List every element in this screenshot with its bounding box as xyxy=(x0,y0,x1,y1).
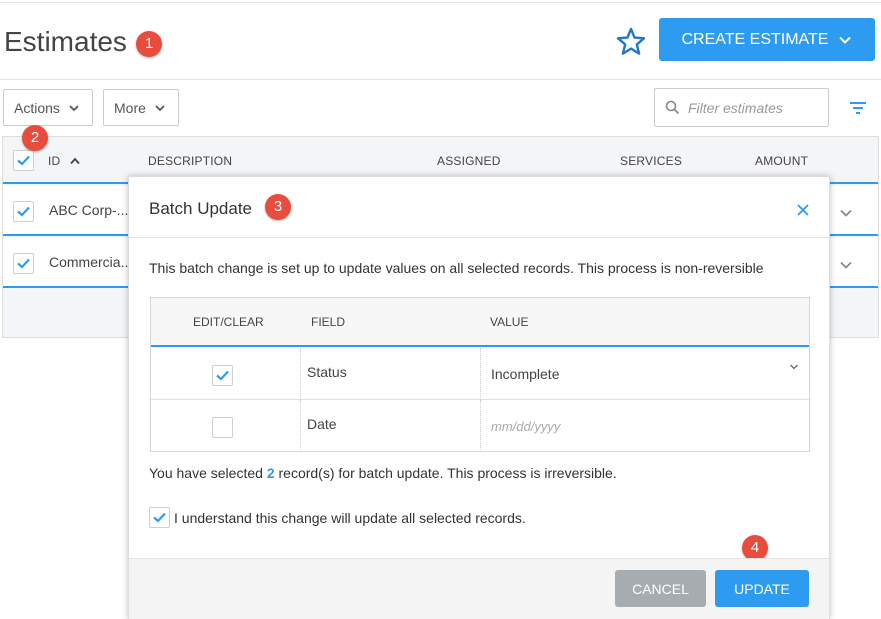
dialog-title: Batch Update xyxy=(149,199,253,218)
filter-search-box[interactable] xyxy=(654,88,829,127)
header-divider xyxy=(0,79,881,80)
row-id[interactable]: Commercia... xyxy=(49,254,132,270)
batch-update-dialog: Batch Update 3 This batch change is set … xyxy=(128,176,830,619)
column-divider xyxy=(300,348,301,400)
annotation-badge-3: 3 xyxy=(265,194,291,220)
favorite-star-icon[interactable] xyxy=(615,26,647,58)
create-estimate-button[interactable]: CREATE ESTIMATE xyxy=(659,18,875,61)
column-header-amount[interactable]: AMOUNT xyxy=(755,154,808,168)
column-header-assigned[interactable]: ASSIGNED xyxy=(437,154,501,168)
checkmark-icon xyxy=(17,258,30,269)
annotation-badge-2: 2 xyxy=(22,125,48,151)
cancel-button[interactable]: CANCEL xyxy=(615,570,706,607)
status-edit-checkbox[interactable] xyxy=(212,365,233,386)
column-header-edit-clear: EDIT/CLEAR xyxy=(193,315,264,329)
sort-ascending-icon xyxy=(70,157,80,165)
selection-summary: You have selected 2 record(s) for batch … xyxy=(149,465,617,481)
dialog-message: This batch change is set up to update va… xyxy=(149,260,764,276)
column-header-description[interactable]: DESCRIPTION xyxy=(148,154,232,168)
checkmark-icon xyxy=(17,155,30,166)
chevron-down-icon xyxy=(839,36,852,44)
checkmark-icon xyxy=(153,512,166,523)
row-checkbox[interactable] xyxy=(13,201,34,222)
actions-label: Actions xyxy=(14,99,60,116)
selection-prefix: You have selected xyxy=(149,465,263,481)
batch-row-status: Status Incomplete xyxy=(151,348,809,400)
filter-input[interactable] xyxy=(688,99,818,116)
column-id-label: ID xyxy=(48,154,61,168)
date-edit-checkbox[interactable] xyxy=(212,417,233,438)
column-header-services[interactable]: SERVICES xyxy=(620,154,682,168)
chevron-down-icon xyxy=(790,364,798,370)
column-divider xyxy=(300,400,301,452)
chevron-down-icon xyxy=(69,104,79,111)
actions-dropdown[interactable]: Actions xyxy=(3,89,93,126)
confirm-understand[interactable]: I understand this change will update all… xyxy=(149,507,526,528)
selected-count: 2 xyxy=(266,465,275,481)
selection-suffix: record(s) for batch update. This process… xyxy=(278,465,617,481)
update-button[interactable]: UPDATE xyxy=(715,570,809,607)
create-estimate-label: CREATE ESTIMATE xyxy=(681,30,829,48)
expand-row-icon[interactable] xyxy=(839,206,853,220)
understand-checkbox[interactable] xyxy=(149,507,170,528)
more-dropdown[interactable]: More xyxy=(103,89,179,126)
checkmark-icon xyxy=(216,370,229,381)
row-id[interactable]: ABC Corp-... xyxy=(49,202,128,218)
field-name: Date xyxy=(307,416,337,432)
select-all-checkbox[interactable] xyxy=(13,150,34,171)
more-label: More xyxy=(114,99,146,116)
date-value-input[interactable]: mm/dd/yyyy xyxy=(481,400,809,452)
field-name: Status xyxy=(307,364,347,380)
row-checkbox[interactable] xyxy=(13,253,34,274)
date-placeholder: mm/dd/yyyy xyxy=(491,419,561,434)
expand-row-icon[interactable] xyxy=(839,258,853,272)
top-border xyxy=(0,2,881,3)
column-header-value: VALUE xyxy=(490,315,529,329)
checkmark-icon xyxy=(17,206,30,217)
column-header-field: FIELD xyxy=(311,315,346,329)
search-icon xyxy=(665,100,680,115)
page-title: Estimates xyxy=(4,26,127,57)
batch-row-date: Date mm/dd/yyyy xyxy=(151,400,809,452)
batch-table-header: EDIT/CLEAR FIELD VALUE xyxy=(151,298,809,347)
column-header-id[interactable]: ID xyxy=(48,154,80,168)
dialog-divider xyxy=(129,237,829,238)
batch-fields-table: EDIT/CLEAR FIELD VALUE Status Incomplete… xyxy=(150,297,810,452)
understand-label: I understand this change will update all… xyxy=(174,509,526,526)
status-selected-value: Incomplete xyxy=(491,366,560,382)
close-icon[interactable] xyxy=(796,203,810,217)
chevron-down-icon xyxy=(155,104,165,111)
status-value-select[interactable]: Incomplete xyxy=(481,348,809,400)
annotation-badge-1: 1 xyxy=(136,31,162,57)
dialog-footer: CANCEL UPDATE xyxy=(129,558,829,619)
filter-icon[interactable] xyxy=(849,100,867,116)
